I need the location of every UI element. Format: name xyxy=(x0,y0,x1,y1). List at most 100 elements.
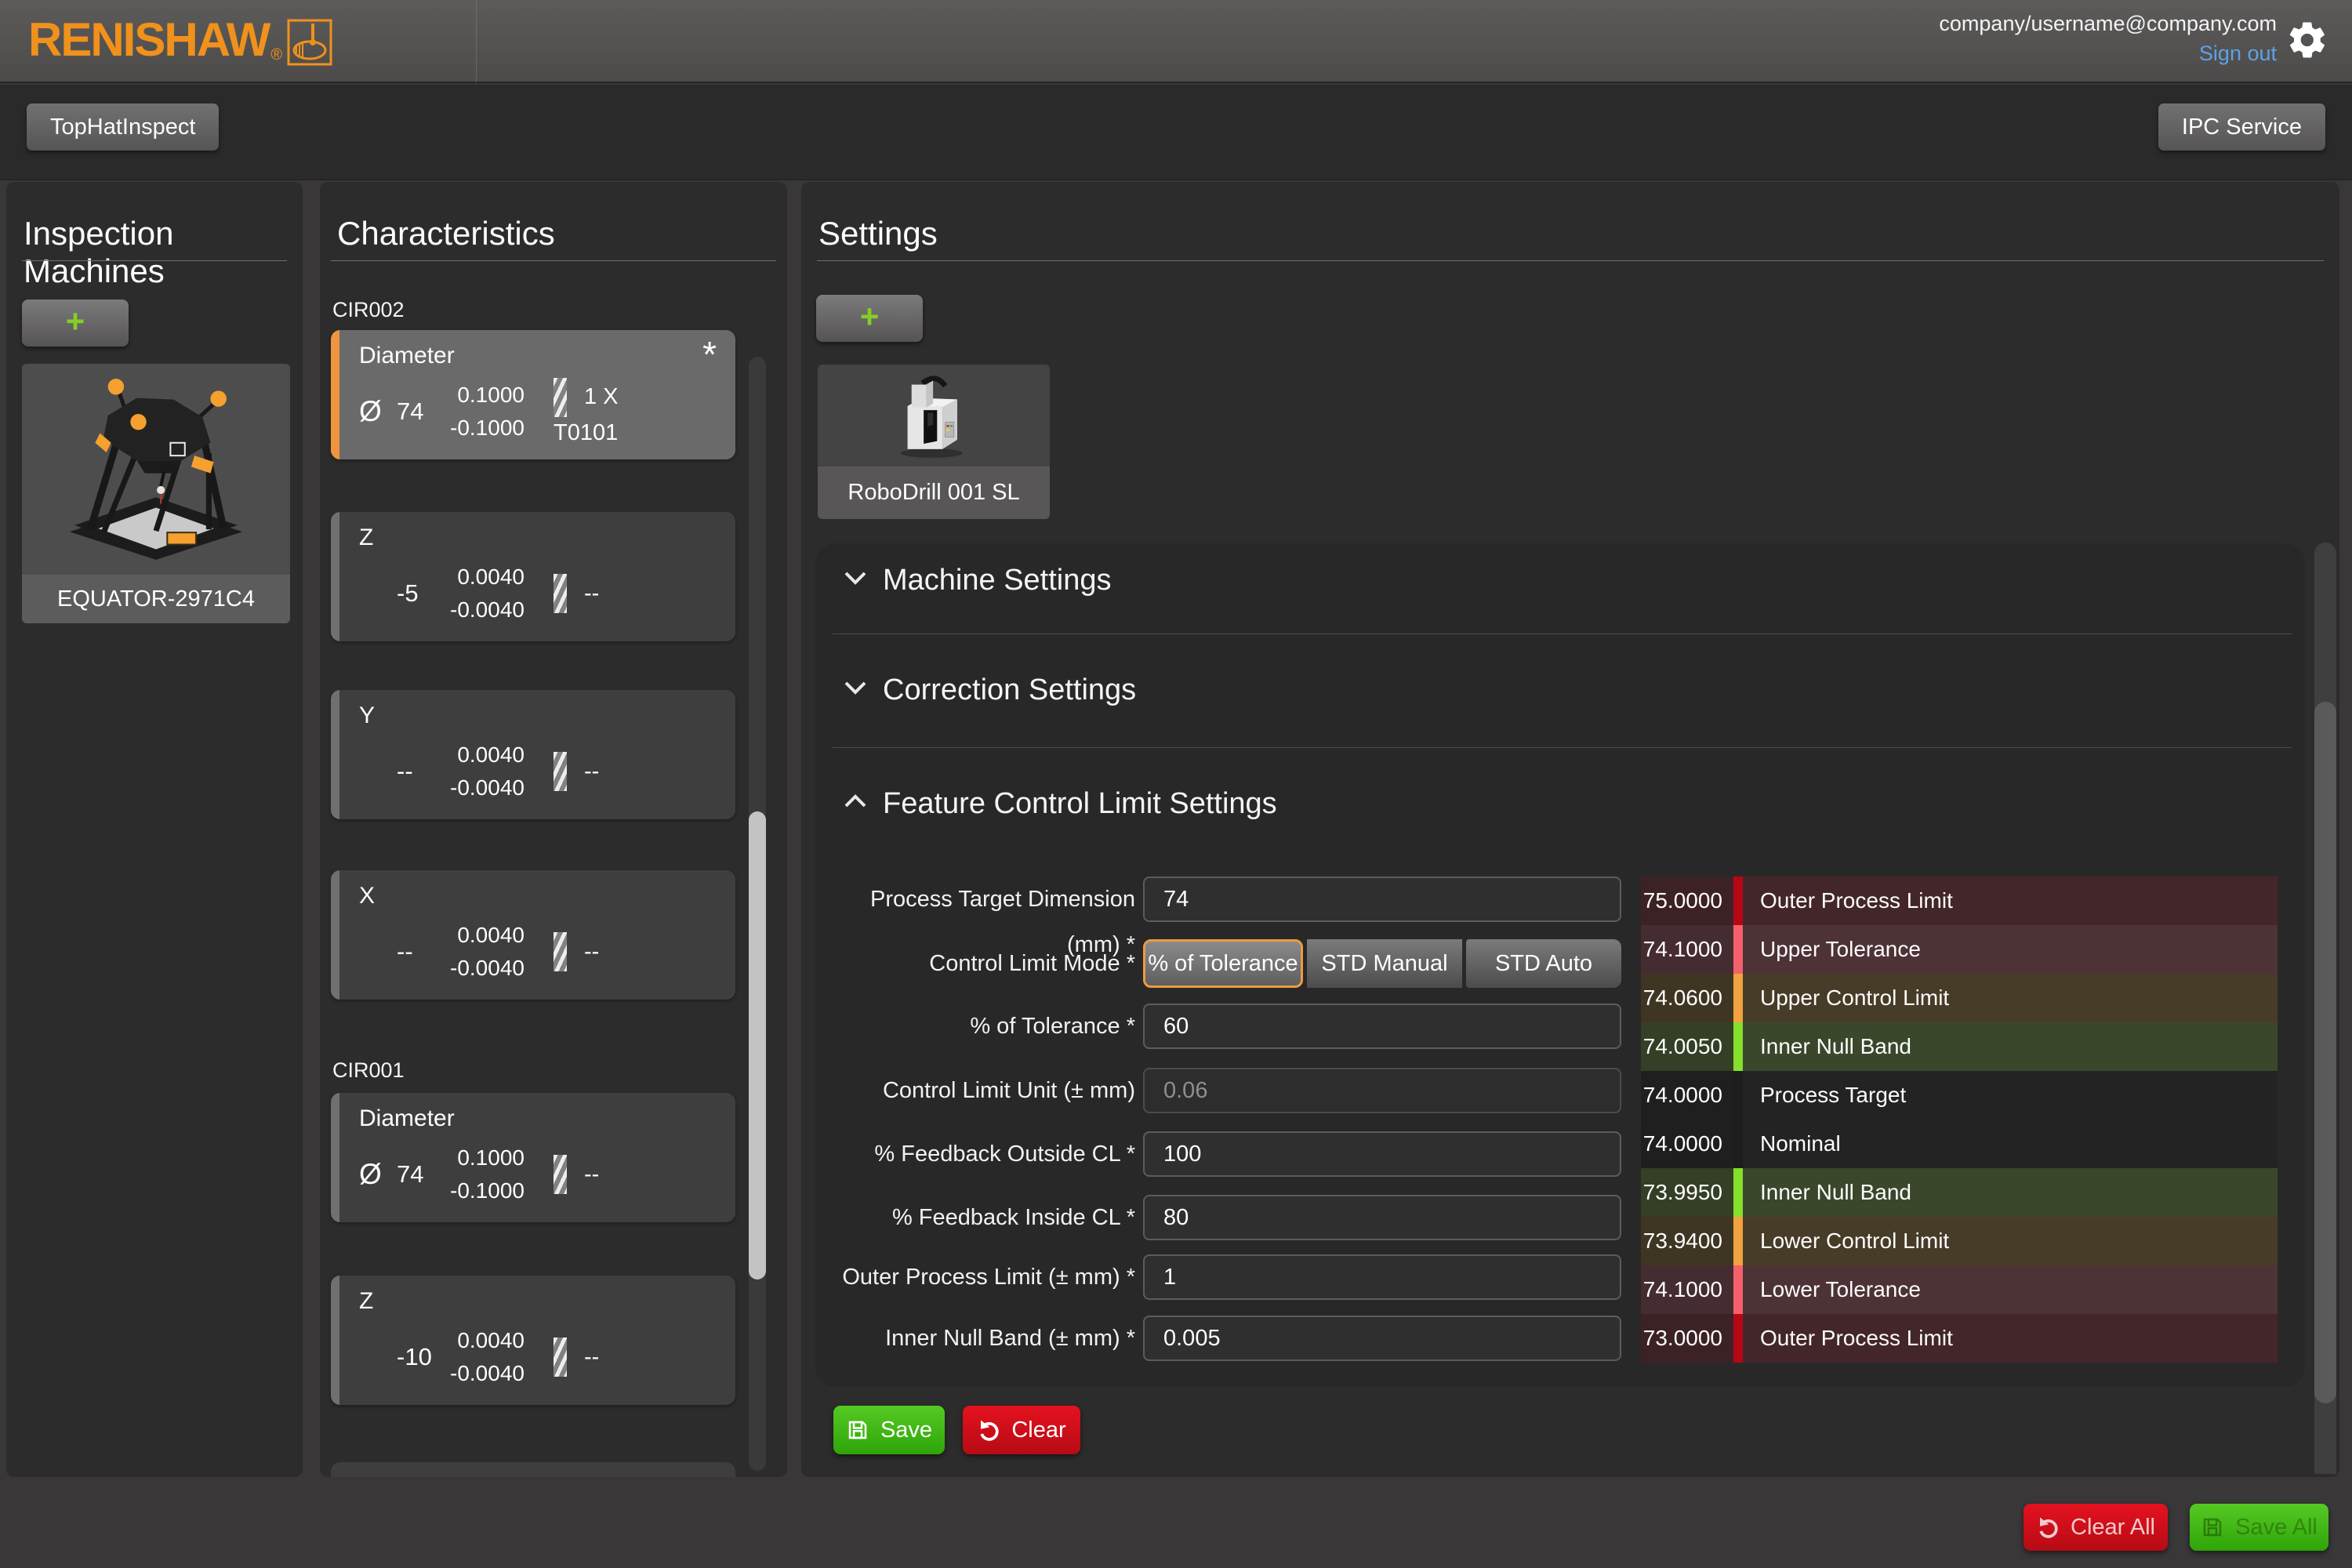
probe-logo-icon xyxy=(287,17,332,66)
tool-count: -- xyxy=(584,759,599,785)
equator-machine-image xyxy=(22,364,290,575)
card-stripe xyxy=(331,1093,339,1222)
tool-count: -- xyxy=(584,939,599,965)
characteristics-scrollbar-thumb[interactable] xyxy=(749,811,766,1279)
characteristic-card-diameter-2[interactable]: Diameter Ø 74 0.1000 -0.1000 -- xyxy=(331,1093,735,1222)
machine-card-equator[interactable]: EQUATOR-2971C4 xyxy=(22,364,290,623)
feedback-inside-cl-input[interactable] xyxy=(1143,1195,1621,1240)
inner-null-band-input[interactable] xyxy=(1143,1316,1621,1361)
limit-color-bar xyxy=(1733,1071,1743,1120)
feedback-outside-cl-input[interactable] xyxy=(1143,1131,1621,1177)
tool-count: -- xyxy=(584,1345,599,1370)
card-stripe xyxy=(331,690,339,819)
add-settings-machine-button[interactable]: + xyxy=(816,295,923,342)
tool-count: -- xyxy=(584,1162,599,1188)
group-label-cir002: CIR002 xyxy=(332,298,405,322)
add-machine-button[interactable]: + xyxy=(22,299,129,347)
save-all-button[interactable]: Save All xyxy=(2190,1504,2328,1551)
divider xyxy=(331,260,776,261)
divider xyxy=(833,633,2292,634)
equator-machine-name: EQUATOR-2971C4 xyxy=(22,575,290,623)
limit-row-upper-tolerance: 74.1000Upper Tolerance xyxy=(1641,925,2278,974)
nominal-value: -5 xyxy=(397,579,442,608)
clear-button[interactable]: Clear xyxy=(963,1406,1080,1454)
next-card-sliver xyxy=(331,1462,735,1477)
limit-color-bar xyxy=(1733,1265,1743,1314)
tool-icon xyxy=(554,932,567,971)
characteristics-title: Characteristics xyxy=(337,215,555,252)
limit-color-bar xyxy=(1733,1120,1743,1168)
diameter-symbol: Ø xyxy=(359,395,397,428)
divider xyxy=(817,260,2324,261)
characteristic-title: Diameter xyxy=(359,343,455,369)
account-email: company/username@company.com xyxy=(1939,9,2277,38)
undo-icon xyxy=(977,1418,1000,1442)
card-stripe xyxy=(331,512,339,641)
characteristics-panel: Characteristics CIR002 Diameter * Ø 74 0… xyxy=(320,182,787,1477)
process-target-dimension-input[interactable] xyxy=(1143,877,1621,922)
outer-process-limit-input[interactable] xyxy=(1143,1254,1621,1300)
save-icon xyxy=(2201,1515,2224,1539)
nominal-value: -- xyxy=(397,757,442,786)
machine-card-robodrill[interactable]: RoboDrill 001 SL xyxy=(818,365,1050,519)
limit-color-bar xyxy=(1733,1217,1743,1265)
tool-count: 1 X xyxy=(584,384,619,410)
tolerances: 0.0040 -0.0040 xyxy=(450,739,524,804)
limit-row-outer-process-lower: 73.0000Outer Process Limit xyxy=(1641,1314,2278,1363)
topbar-separator xyxy=(476,0,477,83)
gear-icon[interactable] xyxy=(2286,19,2328,61)
tolerances: 0.1000 -0.1000 xyxy=(450,1142,524,1207)
mode-option-pct-of-tolerance[interactable]: % of Tolerance xyxy=(1143,939,1303,988)
characteristic-card-z-2[interactable]: Z -10 0.0040 -0.0040 -- xyxy=(331,1276,735,1405)
tolerances: 0.0040 -0.0040 xyxy=(450,561,524,626)
characteristic-card-z[interactable]: Z -5 0.0040 -0.0040 -- xyxy=(331,512,735,641)
divider xyxy=(22,260,287,261)
limit-row-lower-control-limit: 73.9400Lower Control Limit xyxy=(1641,1217,2278,1265)
section-label: Machine Settings xyxy=(883,564,1112,597)
tool-id: T0101 xyxy=(554,420,724,446)
characteristic-card-diameter[interactable]: Diameter * Ø 74 0.1000 -0.1000 1 X T0101 xyxy=(331,330,735,459)
divider xyxy=(833,747,2292,748)
tool-icon xyxy=(554,574,567,613)
tophatinspect-tab[interactable]: TopHatInspect xyxy=(27,103,219,151)
robodrill-machine-name: RoboDrill 001 SL xyxy=(818,466,1050,519)
mode-option-std-manual[interactable]: STD Manual xyxy=(1307,939,1462,988)
limit-row-nominal: 74.0000Nominal xyxy=(1641,1120,2278,1168)
ipc-service-button[interactable]: IPC Service xyxy=(2158,103,2325,151)
clear-all-button[interactable]: Clear All xyxy=(2024,1504,2168,1551)
control-limits-table: 75.0000Outer Process Limit 74.1000Upper … xyxy=(1641,877,2278,1363)
settings-panel: Settings + RoboDrill 001 SL xyxy=(801,182,2339,1477)
section-machine-settings[interactable]: Machine Settings xyxy=(815,553,2305,615)
section-feature-control-limit-settings[interactable]: Feature Control Limit Settings xyxy=(815,776,2305,839)
renishaw-logo: RENISHAW ® xyxy=(28,16,332,66)
pct-of-tolerance-label: % of Tolerance * xyxy=(817,1004,1135,1049)
section-label: Correction Settings xyxy=(883,673,1136,707)
tool-count: -- xyxy=(584,581,599,607)
limit-color-bar xyxy=(1733,925,1743,974)
characteristic-card-y[interactable]: Y -- 0.0040 -0.0040 -- xyxy=(331,690,735,819)
tool-icon xyxy=(554,1155,567,1194)
pct-of-tolerance-input[interactable] xyxy=(1143,1004,1621,1049)
save-button[interactable]: Save xyxy=(833,1406,945,1454)
settings-title: Settings xyxy=(818,215,938,252)
control-limit-unit-input xyxy=(1143,1068,1621,1113)
inspection-machines-panel: Inspection Machines + xyxy=(6,182,303,1477)
characteristic-title: Z xyxy=(359,1288,373,1315)
characteristic-title: Diameter xyxy=(359,1105,455,1132)
characteristic-card-x[interactable]: X -- 0.0040 -0.0040 -- xyxy=(331,870,735,1000)
save-icon xyxy=(846,1418,869,1442)
settings-scrollbar-thumb[interactable] xyxy=(2314,702,2336,1403)
brand-text: RENISHAW xyxy=(28,16,269,64)
section-correction-settings[interactable]: Correction Settings xyxy=(815,662,2305,725)
inspection-machines-title: Inspection Machines xyxy=(24,215,303,290)
limit-color-bar xyxy=(1733,1314,1743,1363)
undo-icon xyxy=(2036,1515,2060,1539)
nominal-value: 74 xyxy=(397,1160,442,1189)
mode-option-std-auto[interactable]: STD Auto xyxy=(1466,939,1621,988)
sign-out-link[interactable]: Sign out xyxy=(2199,38,2277,69)
characteristic-title: X xyxy=(359,883,375,909)
nominal-value: 74 xyxy=(397,397,442,426)
tool-icon xyxy=(554,378,567,417)
characteristic-title: Z xyxy=(359,524,373,551)
inner-null-band-label: Inner Null Band (± mm) * xyxy=(817,1316,1135,1361)
